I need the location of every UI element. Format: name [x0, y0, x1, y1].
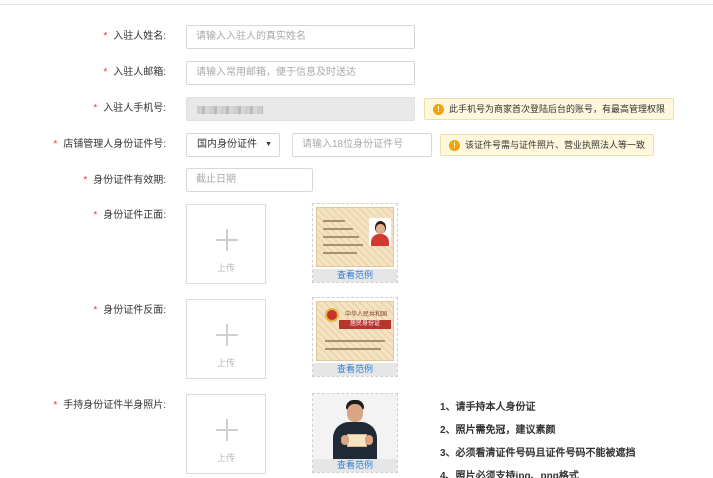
name-input[interactable]: 请输入入驻人的真实姓名 [186, 25, 415, 49]
plus-icon [216, 229, 238, 251]
top-divider [0, 4, 713, 5]
id-handheld-upload[interactable]: 上传 [186, 394, 266, 474]
email-label: * 入驻人邮箱: [103, 67, 166, 78]
id-expiry-date-input[interactable]: 截止日期 [186, 168, 313, 192]
id-type-select[interactable]: 国内身份证件 ▼ [186, 133, 280, 157]
plus-icon [216, 324, 238, 346]
required-mark: * [93, 305, 98, 316]
email-input[interactable]: 请输入常用邮箱，便于信息及时送达 [186, 61, 415, 85]
requirement-item: 2、照片需免冠，建议素颜 [440, 425, 556, 436]
id-front-label: * 身份证件正面: [93, 210, 166, 221]
view-example-link[interactable]: 查看范例 [313, 363, 397, 376]
warning-circle-icon: ! [449, 140, 460, 151]
required-mark: * [53, 139, 58, 150]
phone-input [186, 97, 415, 121]
portrait-image [369, 218, 391, 246]
national-emblem-icon [325, 308, 339, 322]
phone-tip: ! 此手机号为商家首次登陆后台的账号，有最高管理权限 [424, 98, 675, 120]
handheld-sample-image [313, 394, 397, 460]
id-front-sample: 查看范例 [312, 203, 398, 283]
id-front-sample-image [316, 207, 394, 267]
required-mark: * [103, 31, 108, 42]
phone-label: * 入驻人手机号: [93, 103, 166, 114]
view-example-link[interactable]: 查看范例 [313, 459, 397, 472]
id-back-sample-image: 中华人民共和国 居民身份证 [316, 301, 394, 361]
id-handheld-sample: 查看范例 [312, 393, 398, 473]
required-mark: * [93, 103, 98, 114]
required-mark: * [103, 67, 108, 78]
id-front-upload[interactable]: 上传 [186, 204, 266, 284]
photo-requirements-list: 1、请手持本人身份证 2、照片需免冠，建议素颜 3、必须看清证件号码且证件号码不… [440, 396, 636, 478]
caret-down-icon: ▼ [265, 141, 272, 148]
id-number-input[interactable]: 请输入18位身份证件号 [292, 133, 432, 157]
id-back-upload[interactable]: 上传 [186, 299, 266, 379]
requirement-item: 4、照片必须支持jpg、png格式 [440, 471, 579, 478]
id-number-tip: ! 该证件号需与证件照片、营业执照法人等一致 [440, 134, 655, 156]
plus-icon [216, 419, 238, 441]
warning-circle-icon: ! [433, 104, 444, 115]
view-example-link[interactable]: 查看范例 [313, 269, 397, 282]
id-back-sample: 中华人民共和国 居民身份证 查看范例 [312, 297, 398, 377]
required-mark: * [93, 210, 98, 221]
required-mark: * [83, 175, 88, 186]
id-expiry-label: * 身份证件有效期: [83, 175, 166, 186]
id-back-label: * 身份证件反面: [93, 305, 166, 316]
requirement-item: 1、请手持本人身份证 [440, 402, 536, 413]
masked-phone-number [197, 106, 263, 114]
id-number-label: * 店铺管理人身份证件号: [53, 139, 166, 150]
name-label: * 入驻人姓名: [103, 31, 166, 42]
id-handheld-label: * 手持身份证件半身照片: [53, 400, 166, 411]
requirement-item: 3、必须看清证件号码且证件号码不能被遮挡 [440, 448, 636, 459]
required-mark: * [53, 400, 58, 411]
